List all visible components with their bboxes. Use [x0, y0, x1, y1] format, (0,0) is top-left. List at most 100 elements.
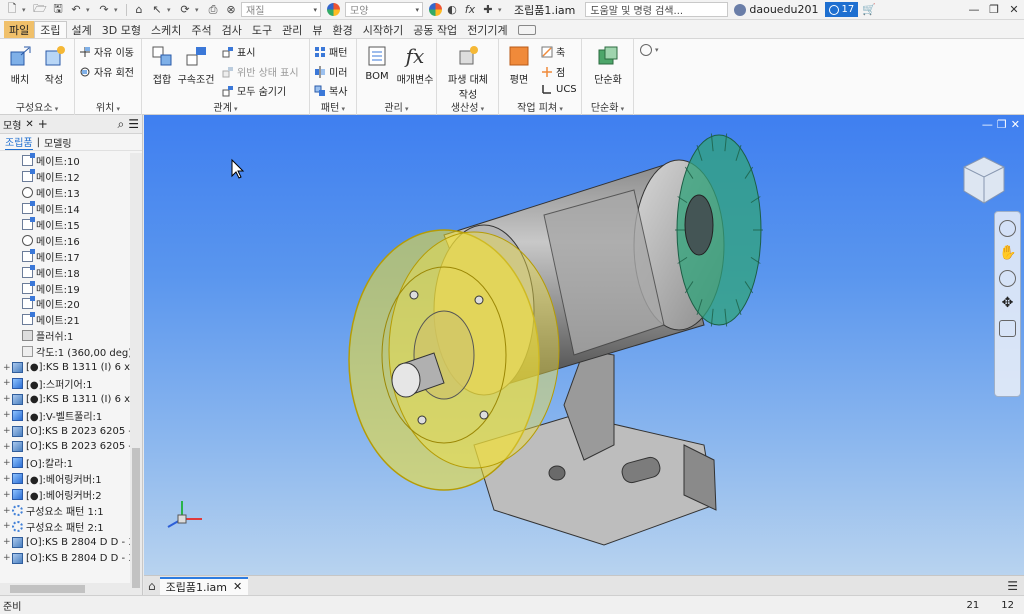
user-account[interactable]: daouedu201	[734, 3, 819, 16]
help-search-input[interactable]: 도움말 및 명령 검색...	[585, 2, 729, 17]
tab-tools[interactable]: 도구	[247, 21, 277, 38]
simplify-button[interactable]: 단순화	[588, 43, 628, 86]
adaptive-icon[interactable]: ⊗	[223, 3, 239, 17]
restore-icon[interactable]: ❐	[984, 3, 1004, 16]
zoom-icon[interactable]	[999, 270, 1016, 287]
browser-tree-row[interactable]: 메이트:17	[0, 248, 131, 264]
expand-icon[interactable]: +	[3, 378, 12, 388]
browser-tree-row[interactable]: 메이트:14	[0, 201, 131, 217]
panel-caption-productivity[interactable]: 생산성	[437, 99, 498, 114]
browser-tree-row[interactable]: + [O]:KS B 2023 6205 - 25	[0, 423, 131, 439]
material-combo[interactable]: 재질 ▾	[241, 2, 321, 17]
document-tab[interactable]: 조립품1.iam ✕	[159, 576, 249, 595]
panel-caption-relationships[interactable]: 관계	[142, 99, 309, 114]
expand-icon[interactable]: +	[3, 410, 12, 420]
close-browser-icon[interactable]: ✕	[25, 119, 33, 130]
tab-manage[interactable]: 관리	[277, 21, 307, 38]
scroll-thumb[interactable]	[10, 585, 85, 593]
tab-extra[interactable]	[513, 21, 541, 38]
tab-design[interactable]: 설계	[67, 21, 97, 38]
browser-tree-row[interactable]: 메이트:20	[0, 296, 131, 312]
axis-button[interactable]: 축	[541, 44, 565, 59]
browser-tree-row[interactable]: 메이트:18	[0, 264, 131, 280]
cart-icon[interactable]: 🛒	[862, 3, 876, 16]
tab-get-started[interactable]: 시작하기	[358, 21, 408, 38]
browser-tree-row[interactable]: 메이트:13	[0, 185, 131, 201]
expand-icon[interactable]: +	[3, 521, 12, 531]
select-icon[interactable]: ↖	[149, 3, 165, 17]
browser-vertical-scrollbar[interactable]	[130, 153, 142, 595]
expand-icon[interactable]: +	[3, 363, 12, 373]
ribbon-options-button[interactable]: ▾	[640, 44, 659, 56]
expand-icon[interactable]: +	[3, 474, 12, 484]
update-dropdown-icon[interactable]: ▾	[195, 6, 203, 14]
ucs-button[interactable]: UCS	[541, 83, 577, 95]
appearance-ball-icon[interactable]	[327, 3, 340, 16]
expand-icon[interactable]: +	[3, 537, 12, 547]
adjust-appearance-icon[interactable]	[429, 3, 442, 16]
pan-hand-icon[interactable]: ✋	[999, 245, 1016, 262]
derived-replace-button[interactable]: 파생 대체 작성	[443, 43, 493, 101]
new-file-icon[interactable]: 🗋	[4, 2, 20, 17]
browser-tree-row[interactable]: + [O]:KS B 2804 D D - 30	[0, 534, 131, 550]
assembly-view-tab[interactable]: 조립품	[5, 134, 33, 150]
open-folder-icon[interactable]: 🗁	[32, 2, 48, 17]
customize-dropdown-icon[interactable]: ▾	[498, 6, 506, 14]
free-move-button[interactable]: 자유 이동	[79, 44, 134, 59]
browser-tree-row[interactable]: + [O]:칼라:1	[0, 455, 131, 471]
tab-menu-icon[interactable]: ☰	[1007, 579, 1018, 593]
constrain-button[interactable]: 구속조건	[176, 43, 216, 86]
tab-3d-model[interactable]: 3D 모형	[97, 21, 146, 38]
browser-tree-row[interactable]: 메이트:12	[0, 169, 131, 185]
point-button[interactable]: 점	[541, 64, 565, 79]
bom-button[interactable]: BOM	[357, 43, 397, 82]
panel-caption-simplification[interactable]: 단순화	[582, 99, 633, 114]
modeling-view-tab[interactable]: 모델링	[44, 135, 72, 150]
copy-button[interactable]: 복사	[314, 83, 347, 98]
new-dropdown-icon[interactable]: ▾	[22, 6, 30, 14]
browser-menu-icon[interactable]: ☰	[128, 117, 139, 131]
panel-caption-manage[interactable]: 관리	[357, 99, 436, 114]
close-document-icon[interactable]: ✕	[233, 580, 242, 593]
subscription-badge[interactable]: 17	[824, 2, 859, 17]
home-icon[interactable]: ⌂	[131, 3, 147, 17]
browser-horizontal-scrollbar[interactable]	[0, 583, 131, 595]
expand-icon[interactable]: +	[3, 458, 12, 468]
panel-caption-position[interactable]: 위치	[75, 99, 141, 114]
expand-icon[interactable]: +	[3, 394, 12, 404]
redo-dropdown-icon[interactable]: ▾	[114, 6, 122, 14]
browser-tab-model[interactable]: 모형	[3, 117, 21, 132]
steering-wheel-icon[interactable]	[999, 220, 1016, 237]
browser-tree-row[interactable]: + [●]:KS B 1311 (I) 6 x 6	[0, 360, 131, 376]
free-rotate-button[interactable]: 자유 회전	[79, 64, 134, 79]
tab-sketch[interactable]: 스케치	[146, 21, 186, 38]
browser-tree-row[interactable]: + [●]:베어링커버:2	[0, 487, 131, 503]
graphics-viewport[interactable]: — ❐ ✕ ✋ ✥	[144, 115, 1024, 575]
fx-parameters-icon[interactable]: fx	[462, 3, 478, 17]
browser-tree-row[interactable]: 메이트:21	[0, 312, 131, 328]
pattern-button[interactable]: 패턴	[314, 44, 347, 59]
create-button[interactable]: 작성	[34, 43, 74, 86]
scroll-thumb[interactable]	[132, 448, 140, 588]
redo-icon[interactable]: ↷	[96, 3, 112, 17]
browser-tree-row[interactable]: + [●]:V-벨트풀리:1	[0, 407, 131, 423]
browser-tree-row[interactable]: + [●]:스퍼기어:1	[0, 375, 131, 391]
viewcube-icon[interactable]	[960, 153, 1008, 207]
browser-tree-row[interactable]: 플러쉬:1	[0, 328, 131, 344]
browser-tree-row[interactable]: + 구성요소 패턴 1:1	[0, 503, 131, 519]
look-at-icon[interactable]	[999, 320, 1016, 337]
tab-inspect[interactable]: 검사	[217, 21, 247, 38]
hide-all-button[interactable]: 모두 숨기기	[222, 83, 286, 98]
search-icon[interactable]: ⌕	[118, 117, 125, 132]
browser-tree-row[interactable]: + [●]:베어링커버:1	[0, 471, 131, 487]
select-dropdown-icon[interactable]: ▾	[167, 6, 175, 14]
orbit-icon[interactable]: ✥	[999, 295, 1016, 312]
tab-file[interactable]: 파일	[4, 21, 35, 38]
add-browser-icon[interactable]: +	[38, 117, 48, 131]
undo-icon[interactable]: ↶	[68, 3, 84, 17]
browser-tree-row[interactable]: 메이트:16	[0, 232, 131, 248]
mirror-button[interactable]: 미러	[314, 64, 347, 79]
expand-icon[interactable]: +	[3, 553, 12, 563]
appearance-combo[interactable]: 모양 ▾	[345, 2, 423, 17]
browser-tree-row[interactable]: + [●]:KS B 1311 (I) 6 x 6	[0, 391, 131, 407]
